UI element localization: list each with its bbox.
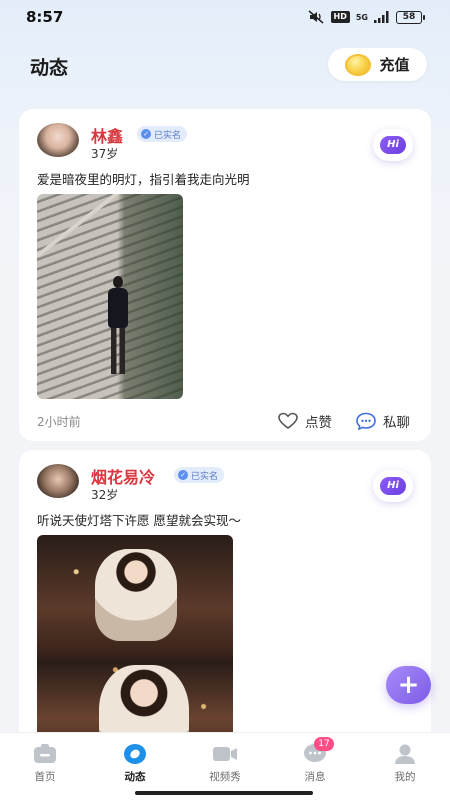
nav-item-home[interactable]: 首页: [10, 743, 80, 784]
hi-button[interactable]: Hi: [373, 470, 413, 502]
nav-item-dynamic[interactable]: 动态: [100, 743, 170, 784]
avatar[interactable]: [37, 123, 79, 157]
verified-label: 已实名: [191, 471, 219, 482]
mute-icon: [308, 10, 324, 24]
user-name[interactable]: 林鑫: [91, 123, 123, 147]
signal-icon: [374, 11, 389, 23]
home-indicator: [135, 791, 313, 795]
recharge-label: 充值: [379, 56, 410, 74]
network-label: 5G: [355, 12, 368, 22]
recharge-button[interactable]: 充值: [328, 48, 427, 81]
check-icon: ✓: [178, 470, 188, 480]
user-age: 37岁: [91, 147, 119, 161]
user-age: 32岁: [91, 488, 119, 502]
bottom-nav: 首页 动态 视频秀 17 消息 我的: [0, 732, 450, 800]
hi-button[interactable]: Hi: [373, 129, 413, 161]
chat-icon: [356, 412, 376, 430]
nav-item-mine[interactable]: 我的: [370, 743, 440, 784]
like-label: 点赞: [305, 415, 332, 431]
post-text: 爱是暗夜里的明灯，指引着我走向光明: [37, 172, 250, 187]
status-icons: HD 5G 58: [307, 10, 425, 24]
check-icon: ✓: [141, 129, 151, 139]
status-bar: 8:57 HD 5G 58: [0, 0, 450, 34]
photo-figure: [105, 276, 129, 376]
chat-label: 私聊: [383, 415, 410, 431]
coin-icon: [345, 53, 372, 76]
unread-badge: 17: [314, 737, 334, 751]
dynamic-icon: [124, 744, 146, 764]
verified-badge: ✓ 已实名: [137, 126, 188, 142]
avatar[interactable]: [37, 464, 79, 498]
heart-icon: [278, 412, 298, 429]
nav-label: 首页: [34, 771, 56, 783]
profile-icon: [395, 744, 415, 764]
hi-icon: Hi: [380, 477, 406, 495]
nav-label: 动态: [124, 771, 146, 783]
hi-icon: Hi: [380, 136, 406, 154]
photo-figure: [95, 549, 177, 641]
nav-item-messages[interactable]: 17 消息: [280, 737, 350, 784]
battery-icon: 58: [396, 10, 425, 24]
post-photo[interactable]: [37, 194, 183, 399]
nav-label: 消息: [304, 771, 326, 783]
post-text: 听说天使灯塔下许愿 愿望就会实现～: [37, 513, 241, 528]
chat-button[interactable]: 私聊: [355, 411, 410, 431]
post-card: 林鑫 ✓ 已实名 37岁 Hi 爱是暗夜里的明灯，指引着我走向光明 2小时前 点…: [19, 109, 431, 441]
stair-rail: [37, 194, 154, 258]
video-icon: [213, 747, 237, 761]
like-button[interactable]: 点赞: [277, 411, 332, 431]
home-icon: [34, 744, 56, 763]
user-name[interactable]: 烟花易冷: [91, 464, 155, 488]
nav-label: 视频秀: [209, 771, 241, 783]
post-time: 2小时前: [37, 415, 81, 429]
status-time: 8:57: [26, 8, 64, 26]
page-title: 动态: [30, 57, 69, 79]
nav-label: 我的: [394, 771, 416, 783]
verified-badge: ✓ 已实名: [174, 467, 225, 483]
add-post-button[interactable]: +: [386, 666, 431, 704]
hd-icon: HD: [330, 11, 350, 23]
verified-label: 已实名: [154, 130, 182, 141]
post-card: 烟花易冷 ✓ 已实名 32岁 Hi 听说天使灯塔下许愿 愿望就会实现～: [19, 450, 431, 780]
nav-item-video[interactable]: 视频秀: [190, 743, 260, 784]
